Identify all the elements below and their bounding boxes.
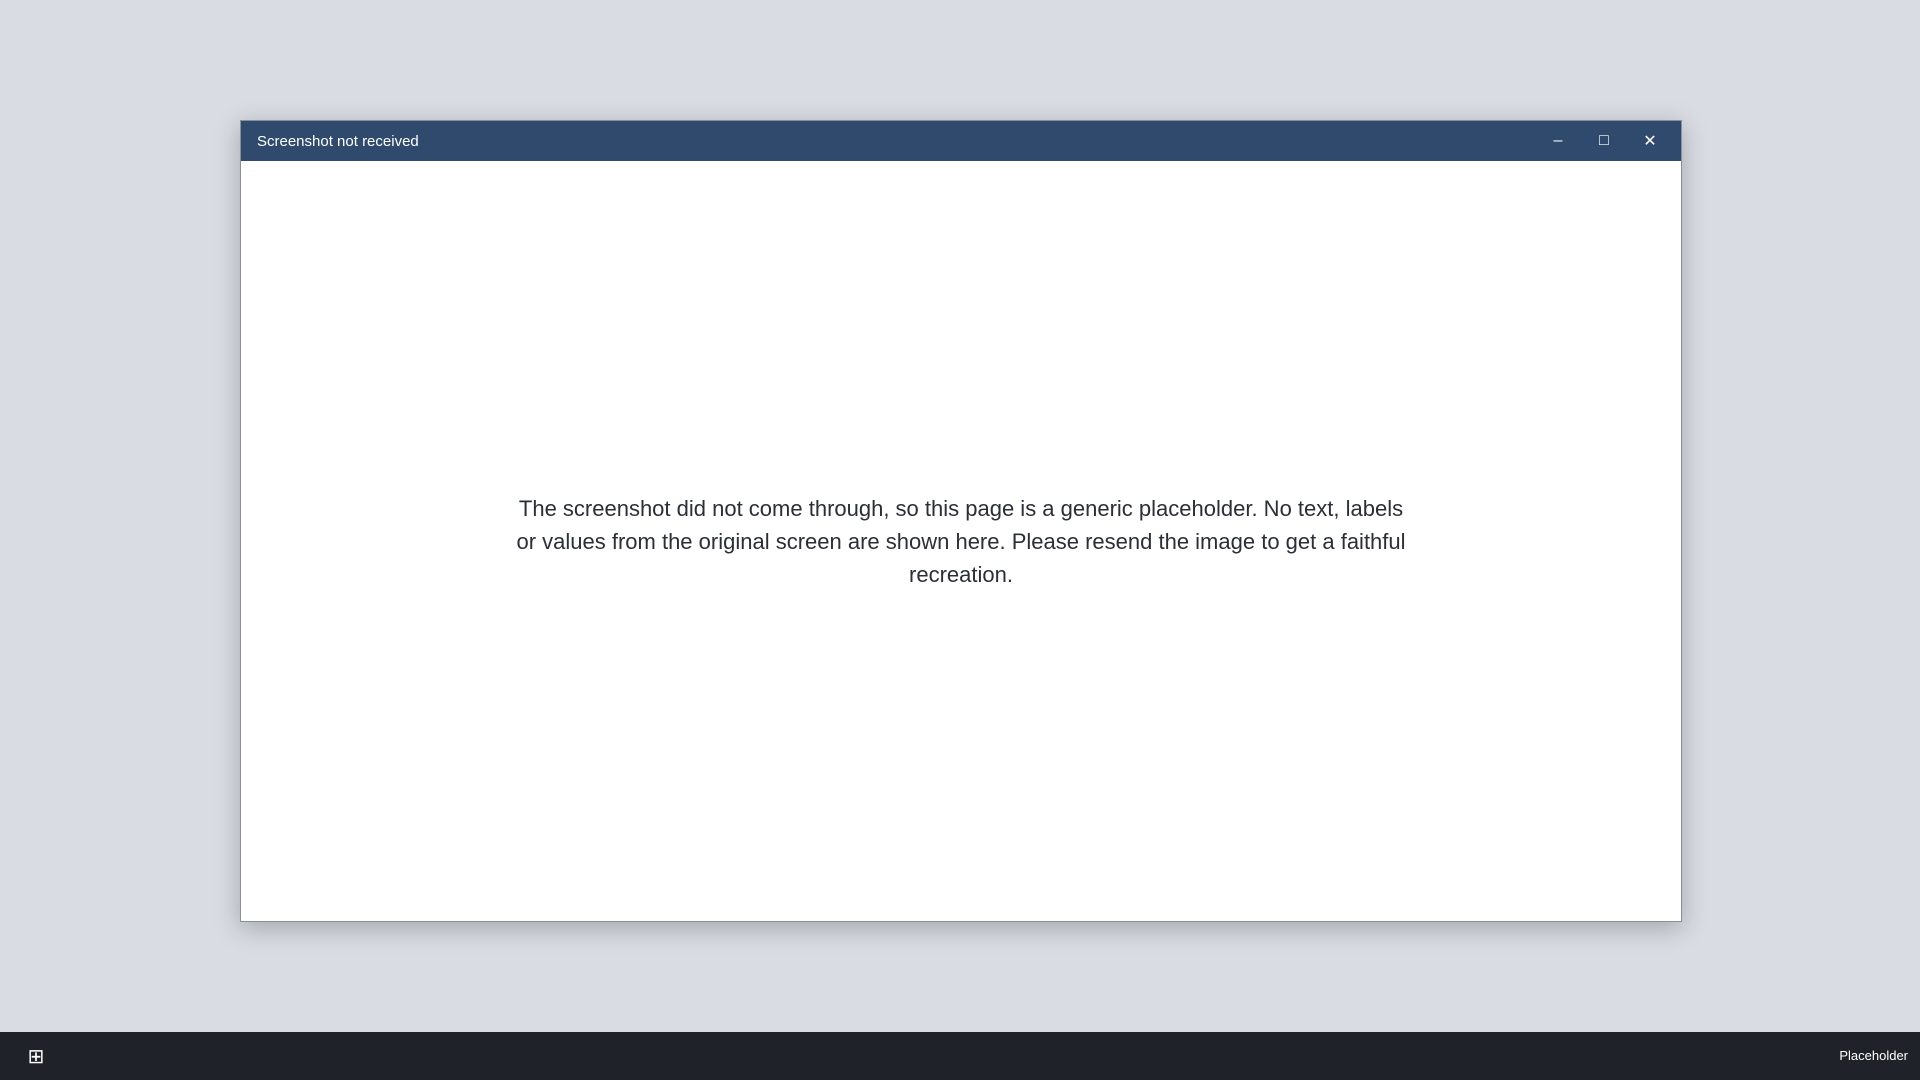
start-button[interactable]: ⊞ — [12, 1032, 60, 1080]
maximize-icon[interactable]: □ — [1581, 121, 1627, 161]
window-title: Screenshot not received — [257, 132, 419, 150]
placeholder-notice: The screenshot did not come through, so … — [516, 495, 1406, 587]
window-titlebar: Screenshot not received – □ ✕ — [241, 121, 1681, 161]
taskbar: ⊞ Placeholder — [0, 1032, 1920, 1080]
close-icon[interactable]: ✕ — [1627, 121, 1673, 161]
system-tray: Placeholder — [1839, 1047, 1908, 1063]
app-window: Screenshot not received – □ ✕ The screen… — [240, 120, 1682, 922]
minimize-icon[interactable]: – — [1535, 121, 1581, 161]
window-content: The screenshot did not come through, so … — [241, 161, 1681, 921]
desktop: Screenshot not received – □ ✕ The screen… — [0, 0, 1920, 1080]
